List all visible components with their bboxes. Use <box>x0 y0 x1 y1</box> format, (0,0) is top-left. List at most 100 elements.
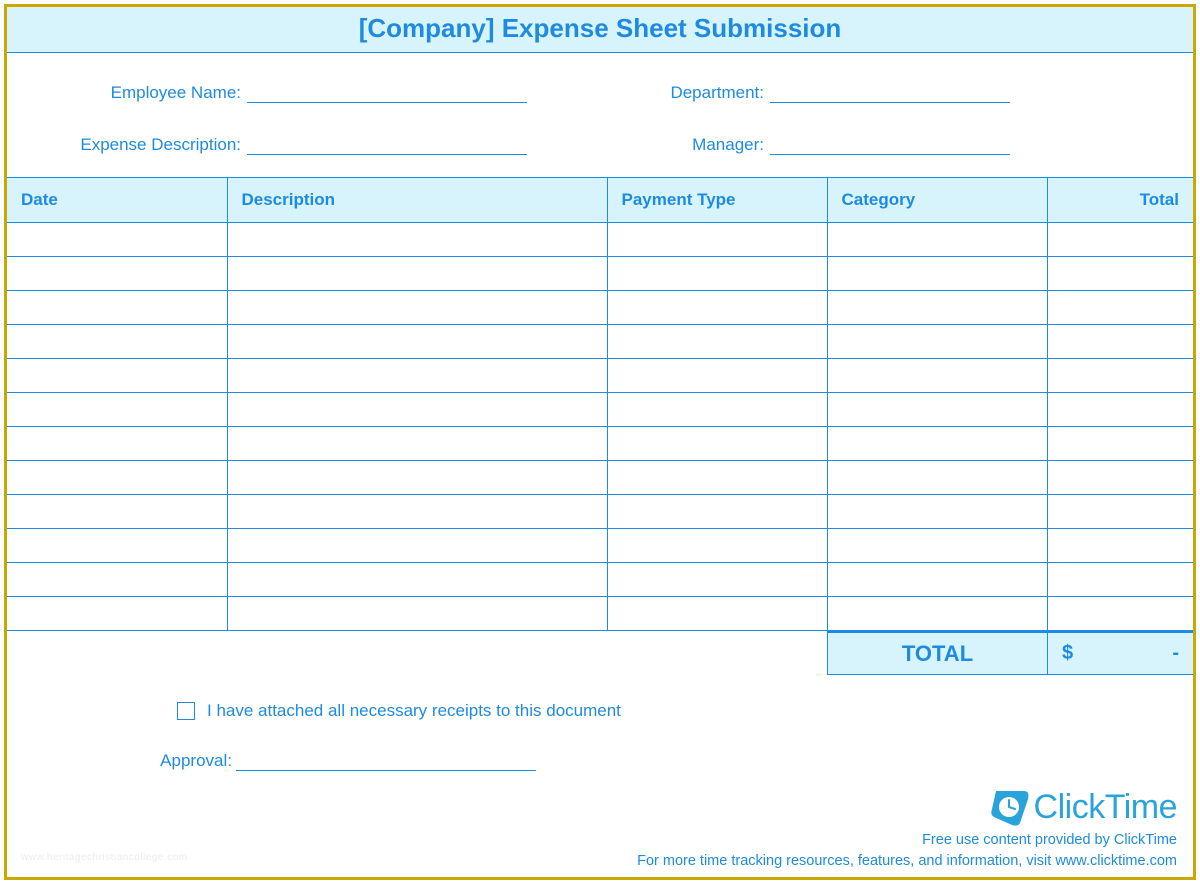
employee-name-row: Employee Name: <box>47 81 560 103</box>
clicktime-logo: ClickTime <box>990 788 1177 827</box>
manager-label: Manager: <box>640 135 770 155</box>
table-cell[interactable] <box>827 393 1047 427</box>
table-cell[interactable] <box>827 223 1047 257</box>
page-title: [Company] Expense Sheet Submission <box>359 13 842 43</box>
employee-name-input[interactable] <box>247 81 527 103</box>
table-cell[interactable] <box>227 461 607 495</box>
table-cell[interactable] <box>1047 393 1193 427</box>
table-row <box>7 461 1193 495</box>
table-row <box>7 257 1193 291</box>
table-cell[interactable] <box>227 495 607 529</box>
approval-signature-input[interactable] <box>236 751 536 771</box>
table-cell[interactable] <box>607 223 827 257</box>
table-cell[interactable] <box>227 529 607 563</box>
table-row <box>7 393 1193 427</box>
currency-symbol: $ <box>1062 642 1073 665</box>
table-cell[interactable] <box>607 597 827 631</box>
total-amount: - <box>1172 642 1179 665</box>
table-cell[interactable] <box>227 563 607 597</box>
table-cell[interactable] <box>827 597 1047 631</box>
table-cell[interactable] <box>7 291 227 325</box>
table-cell[interactable] <box>607 291 827 325</box>
table-cell[interactable] <box>1047 257 1193 291</box>
manager-input[interactable] <box>770 133 1010 155</box>
table-cell[interactable] <box>827 495 1047 529</box>
table-cell[interactable] <box>1047 291 1193 325</box>
table-cell[interactable] <box>227 257 607 291</box>
title-bar: [Company] Expense Sheet Submission <box>7 7 1193 53</box>
table-cell[interactable] <box>7 393 227 427</box>
table-cell[interactable] <box>607 461 827 495</box>
table-cell[interactable] <box>1047 427 1193 461</box>
grand-total-label: TOTAL <box>827 631 1047 675</box>
table-cell[interactable] <box>1047 597 1193 631</box>
table-cell[interactable] <box>607 359 827 393</box>
receipts-checkbox[interactable] <box>177 702 195 720</box>
col-category: Category <box>827 178 1047 223</box>
table-cell[interactable] <box>607 495 827 529</box>
table-cell[interactable] <box>827 291 1047 325</box>
table-row <box>7 597 1193 631</box>
table-cell[interactable] <box>827 359 1047 393</box>
table-cell[interactable] <box>227 393 607 427</box>
table-cell[interactable] <box>7 461 227 495</box>
header-fields: Employee Name: Expense Description: Depa… <box>7 53 1193 177</box>
table-cell[interactable] <box>827 529 1047 563</box>
table-row <box>7 291 1193 325</box>
table-cell[interactable] <box>7 427 227 461</box>
table-cell[interactable] <box>227 291 607 325</box>
logo-text: ClickTime <box>1034 788 1177 827</box>
table-cell[interactable] <box>827 257 1047 291</box>
approval-label: Approval: <box>147 751 232 771</box>
expense-description-label: Expense Description: <box>47 135 247 155</box>
table-row <box>7 495 1193 529</box>
department-row: Department: <box>640 81 1153 103</box>
manager-row: Manager: <box>640 133 1153 155</box>
table-cell[interactable] <box>7 563 227 597</box>
department-input[interactable] <box>770 81 1010 103</box>
table-cell[interactable] <box>607 393 827 427</box>
table-cell[interactable] <box>227 325 607 359</box>
table-cell[interactable] <box>227 359 607 393</box>
table-cell[interactable] <box>1047 461 1193 495</box>
table-row <box>7 359 1193 393</box>
table-cell[interactable] <box>607 325 827 359</box>
table-cell[interactable] <box>1047 325 1193 359</box>
expense-description-input[interactable] <box>247 133 527 155</box>
table-cell[interactable] <box>607 257 827 291</box>
table-cell[interactable] <box>1047 495 1193 529</box>
table-cell[interactable] <box>827 325 1047 359</box>
table-cell[interactable] <box>227 427 607 461</box>
table-row <box>7 325 1193 359</box>
watermark: www.heritagechristiancollege.com <box>21 852 188 863</box>
table-cell[interactable] <box>7 495 227 529</box>
col-payment-type: Payment Type <box>607 178 827 223</box>
expense-sheet-document: [Company] Expense Sheet Submission Emplo… <box>4 4 1196 880</box>
table-cell[interactable] <box>827 461 1047 495</box>
table-cell[interactable] <box>7 223 227 257</box>
table-cell[interactable] <box>1047 529 1193 563</box>
col-total: Total <box>1047 178 1193 223</box>
table-cell[interactable] <box>607 563 827 597</box>
expense-description-row: Expense Description: <box>47 133 560 155</box>
table-cell[interactable] <box>7 325 227 359</box>
department-label: Department: <box>640 83 770 103</box>
table-cell[interactable] <box>7 597 227 631</box>
table-cell[interactable] <box>1047 359 1193 393</box>
grand-total-value: $ - <box>1047 631 1193 675</box>
table-cell[interactable] <box>227 597 607 631</box>
table-cell[interactable] <box>607 529 827 563</box>
table-cell[interactable] <box>1047 223 1193 257</box>
table-cell[interactable] <box>7 257 227 291</box>
table-cell[interactable] <box>7 529 227 563</box>
table-cell[interactable] <box>227 223 607 257</box>
table-cell[interactable] <box>607 427 827 461</box>
approval-row: Approval: <box>232 751 1193 771</box>
col-date: Date <box>7 178 227 223</box>
receipts-text: I have attached all necessary receipts t… <box>207 701 621 721</box>
table-cell[interactable] <box>827 563 1047 597</box>
table-cell[interactable] <box>1047 563 1193 597</box>
table-cell[interactable] <box>827 427 1047 461</box>
footer-line-2: For more time tracking resources, featur… <box>637 851 1177 871</box>
table-cell[interactable] <box>7 359 227 393</box>
